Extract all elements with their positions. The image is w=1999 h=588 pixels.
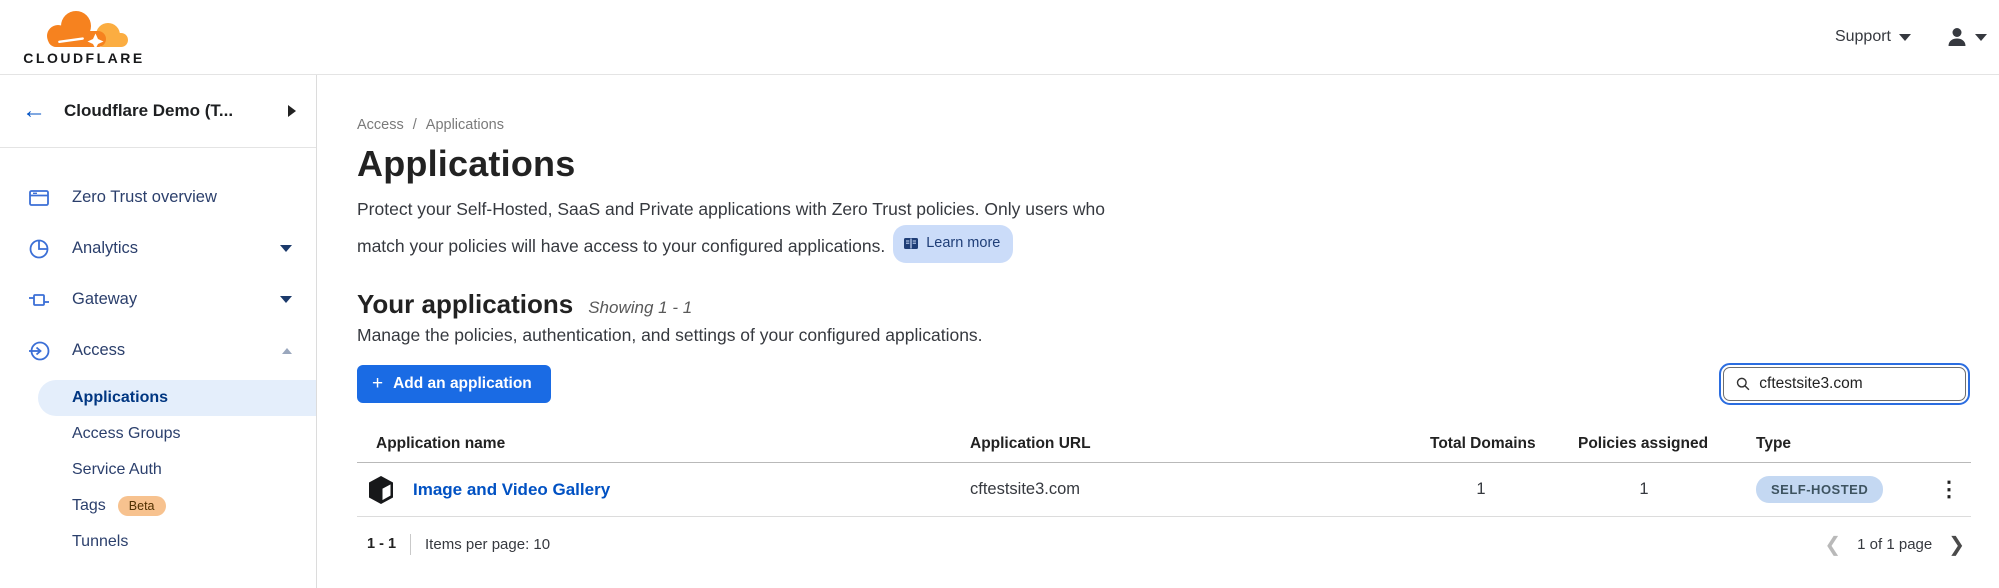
section-header: Your applications Showing 1 - 1 (357, 289, 1971, 320)
sidebar-item-label: Zero Trust overview (72, 188, 217, 207)
page-description: Protect your Self-Hosted, SaaS and Priva… (357, 194, 1257, 263)
applications-table: Application name Application URL Total D… (357, 426, 1971, 517)
column-header-type: Type (1756, 435, 1927, 453)
type-badge: SELF-HOSTED (1756, 476, 1883, 503)
page-title: Applications (357, 143, 1971, 185)
sidebar-account-header: ← Cloudflare Demo (T... (0, 75, 316, 148)
breadcrumb-applications[interactable]: Applications (426, 117, 504, 133)
chevron-up-icon (282, 348, 292, 354)
sidebar-item-casb[interactable]: CASB (0, 570, 316, 588)
add-application-button[interactable]: + Add an application (357, 365, 551, 403)
sidebar-expand-icon[interactable] (288, 105, 296, 117)
sidebar-item-label: Service Auth (72, 461, 162, 479)
chevron-down-icon (280, 296, 292, 303)
row-actions-kebab-icon[interactable]: ⋮ (1927, 484, 1971, 496)
column-header-policies-assigned: Policies assigned (1578, 435, 1756, 453)
overview-window-icon (27, 186, 51, 210)
table-header-row: Application name Application URL Total D… (357, 426, 1971, 463)
cloudflare-logo[interactable]: CLOUDFLARE (18, 9, 150, 66)
sidebar-item-label: Tunnels (72, 533, 128, 551)
user-icon (1945, 25, 1969, 49)
column-header-application-url: Application URL (970, 435, 1430, 453)
search-icon (1736, 376, 1750, 392)
search-box (1723, 367, 1966, 401)
sidebar-item-zero-trust-overview[interactable]: Zero Trust overview (0, 172, 316, 223)
previous-page-icon[interactable]: ❮ (1824, 534, 1841, 554)
breadcrumb: Access / Applications (357, 117, 1971, 133)
table-row: Image and Video Gallery cftestsite3.com … (357, 463, 1971, 517)
plus-icon: + (372, 374, 383, 393)
type-cell: SELF-HOSTED (1756, 476, 1927, 503)
sidebar-item-label: Applications (72, 389, 168, 407)
pagination-right: ❮ 1 of 1 page ❯ (1824, 534, 1971, 554)
sidebar-item-access-groups[interactable]: Access Groups (0, 416, 316, 452)
sidebar-item-service-auth[interactable]: Service Auth (0, 452, 316, 488)
sidebar: ← Cloudflare Demo (T... Zero Trust overv… (0, 75, 317, 588)
page-description-line1: Protect your Self-Hosted, SaaS and Priva… (357, 199, 1105, 219)
sidebar-item-gateway[interactable]: Gateway (0, 274, 316, 325)
user-menu[interactable] (1945, 25, 1987, 49)
sidebar-item-label: Access (72, 341, 125, 360)
total-domains-cell: 1 (1430, 480, 1578, 499)
chevron-down-icon (1899, 34, 1911, 41)
items-per-page[interactable]: Items per page: 10 (425, 536, 550, 553)
book-icon (903, 237, 919, 250)
pie-chart-icon (27, 237, 51, 261)
learn-more-button[interactable]: Learn more (893, 225, 1013, 263)
application-link[interactable]: Image and Video Gallery (413, 480, 610, 500)
account-name[interactable]: Cloudflare Demo (T... (64, 101, 270, 121)
add-application-label: Add an application (393, 375, 532, 393)
sidebar-item-label: Gateway (72, 290, 137, 309)
breadcrumb-access[interactable]: Access (357, 117, 404, 133)
page-description-line2: match your policies will have access to … (357, 236, 885, 256)
page-indicator: 1 of 1 page (1857, 536, 1932, 553)
main-content: Access / Applications Applications Prote… (317, 75, 1999, 588)
pagination-left: 1 - 1 Items per page: 10 (367, 534, 550, 555)
column-header-total-domains: Total Domains (1430, 435, 1578, 453)
cloudflare-logo-text: CLOUDFLARE (23, 50, 144, 66)
sidebar-item-access[interactable]: Access (0, 325, 316, 376)
sidebar-item-analytics[interactable]: Analytics (0, 223, 316, 274)
search-input[interactable] (1759, 375, 1953, 393)
next-page-icon[interactable]: ❯ (1948, 534, 1965, 554)
divider (410, 534, 411, 555)
sidebar-item-tags[interactable]: Tags Beta (0, 488, 316, 524)
showing-count: Showing 1 - 1 (588, 298, 692, 318)
top-bar: CLOUDFLARE Support (0, 0, 1999, 75)
application-cube-icon (367, 475, 395, 505)
sidebar-item-applications[interactable]: Applications (38, 380, 316, 416)
policies-assigned-cell: 1 (1578, 480, 1756, 499)
top-bar-right: Support (1835, 25, 1989, 49)
back-arrow-icon[interactable]: ← (22, 99, 46, 123)
pagination-bar: 1 - 1 Items per page: 10 ❮ 1 of 1 page ❯ (357, 524, 1971, 564)
column-header-application-name: Application name (357, 435, 970, 453)
beta-badge: Beta (118, 496, 166, 516)
sidebar-item-label: Analytics (72, 239, 138, 258)
access-sub-menu: Applications Access Groups Service Auth … (0, 376, 316, 570)
sidebar-nav: Zero Trust overview Analytics (0, 148, 316, 588)
chevron-down-icon (280, 245, 292, 252)
pagination-range: 1 - 1 (367, 536, 396, 552)
section-title: Your applications (357, 289, 573, 320)
sidebar-item-label: Tags (72, 497, 106, 515)
application-url-cell: cftestsite3.com (970, 480, 1430, 499)
sidebar-item-label: Access Groups (72, 425, 180, 443)
support-menu[interactable]: Support (1835, 28, 1911, 46)
breadcrumb-separator: / (413, 117, 417, 133)
gateway-icon (27, 288, 51, 312)
learn-more-label: Learn more (926, 228, 1000, 259)
casb-check-icon (27, 584, 51, 588)
section-subtitle: Manage the policies, authentication, and… (357, 325, 1971, 346)
chevron-down-icon (1975, 34, 1987, 41)
support-label: Support (1835, 28, 1891, 46)
access-login-icon (27, 339, 51, 363)
cloudflare-cloud-icon (36, 9, 132, 49)
cloudflare-zero-trust-dashboard: CLOUDFLARE Support ← Cloudflare Demo (T.… (0, 0, 1999, 588)
table-toolbar: + Add an application (357, 365, 1971, 403)
sidebar-item-tunnels[interactable]: Tunnels (0, 524, 316, 560)
application-name-cell: Image and Video Gallery (357, 475, 970, 505)
